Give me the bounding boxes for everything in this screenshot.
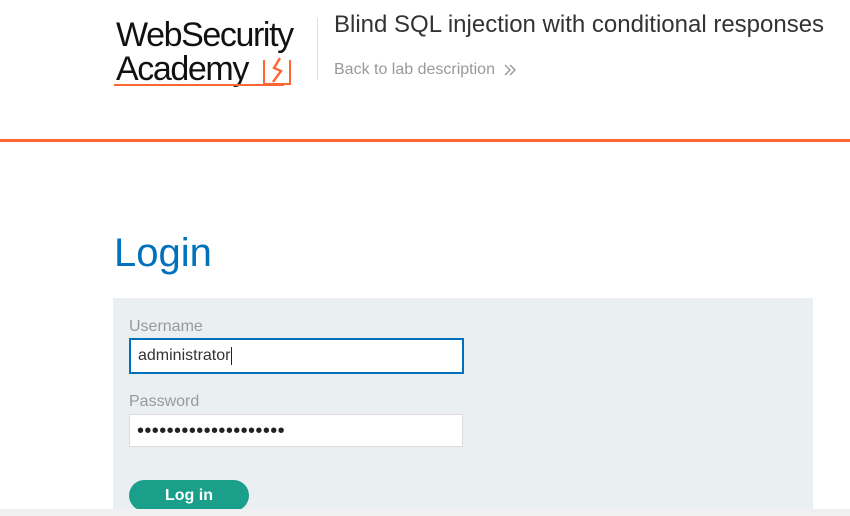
back-to-lab-description-link[interactable]: Back to lab description xyxy=(334,61,517,79)
lab-header: WebSecurity Academy Blind SQL injection … xyxy=(0,0,850,142)
text-caret xyxy=(231,347,233,365)
logo-underline xyxy=(114,84,284,86)
double-chevron-right-icon xyxy=(504,64,516,76)
log-in-button[interactable]: Log in xyxy=(129,480,249,511)
password-label: Password xyxy=(129,393,200,410)
logo-line1: WebSecurity xyxy=(116,16,294,54)
logo-flash-icon xyxy=(263,57,291,85)
bottom-edge-strip xyxy=(0,509,850,516)
lab-title: Blind SQL injection with conditional res… xyxy=(334,11,825,38)
logo-line2: Academy xyxy=(116,50,249,88)
password-input[interactable]: •••••••••••••••••••• xyxy=(129,414,463,447)
back-link-label: Back to lab description xyxy=(334,61,495,78)
username-input[interactable]: administrator xyxy=(129,338,464,374)
password-masked-value: •••••••••••••••••••• xyxy=(137,419,286,442)
header-orange-rule xyxy=(0,139,850,142)
header-divider xyxy=(317,18,318,80)
web-security-academy-logo[interactable]: WebSecurity Academy xyxy=(114,14,316,90)
username-value: administrator xyxy=(138,347,231,364)
page-title: Login xyxy=(114,231,212,275)
username-label: Username xyxy=(129,318,203,335)
